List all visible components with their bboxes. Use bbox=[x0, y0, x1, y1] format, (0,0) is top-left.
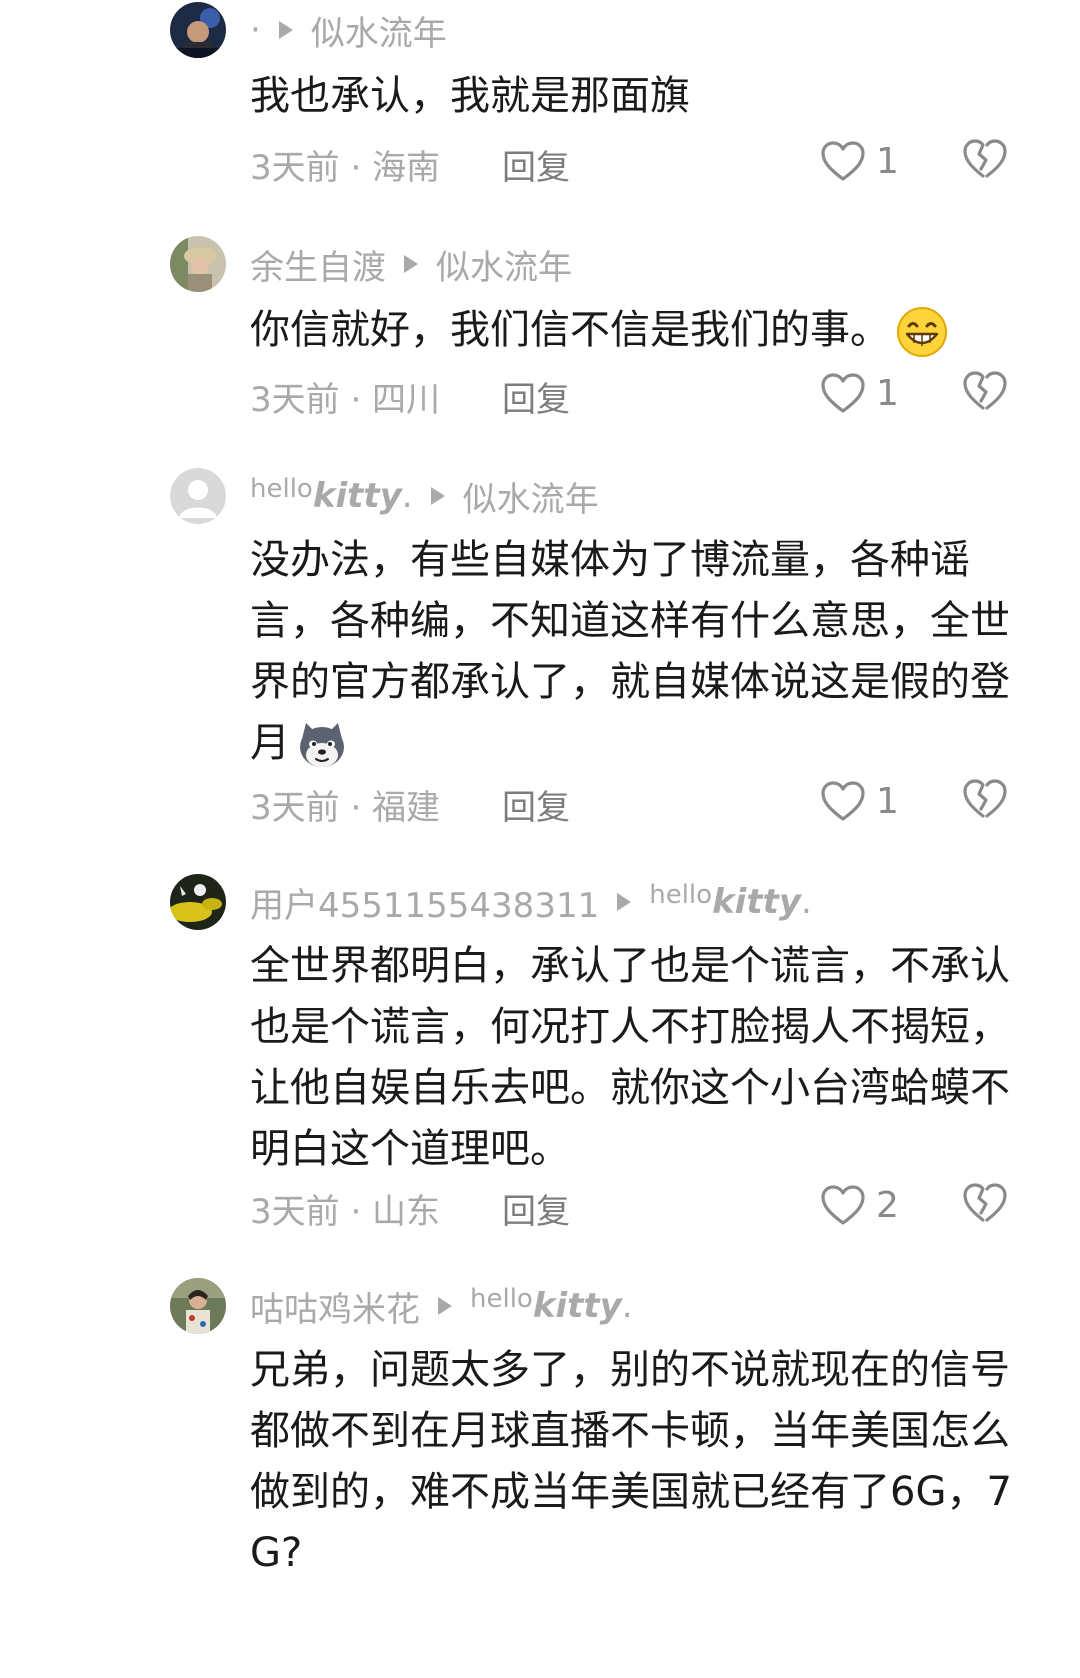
comment-time-location: 3天前 · 四川 bbox=[250, 380, 441, 420]
comment-text-body: 你信就好，我们信不信是我们的事。 bbox=[250, 307, 890, 353]
reply-to-name-prefix: hello bbox=[470, 1284, 533, 1314]
avatar[interactable] bbox=[170, 468, 226, 524]
comment-footer: 3天前 · 四川 回复 1 bbox=[250, 368, 1030, 421]
heart-icon bbox=[821, 141, 865, 181]
reply-to-name-main: kitty bbox=[712, 882, 801, 922]
avatar[interactable] bbox=[170, 236, 226, 292]
avatar[interactable] bbox=[170, 1278, 226, 1334]
author-name[interactable]: 用户4551155438311 bbox=[250, 878, 599, 927]
like-count: 1 bbox=[876, 140, 899, 182]
dislike-button[interactable] bbox=[962, 1182, 1008, 1224]
like-button[interactable]: 1 bbox=[820, 136, 899, 186]
avatar[interactable] bbox=[170, 2, 226, 58]
comment-meta: 用户4551155438311 hello kitty. bbox=[250, 874, 812, 930]
dislike-button[interactable] bbox=[962, 370, 1008, 412]
comment-time-location: 3天前 · 海南 bbox=[250, 148, 441, 188]
reply-arrow-icon bbox=[430, 487, 445, 505]
comment-meta: · 似水流年 bbox=[250, 2, 447, 58]
comment-text: 全世界都明白，承认了也是个谎言，不承认也是个谎言，何况打人不打脸揭人不揭短，让他… bbox=[250, 943, 1010, 1172]
like-button[interactable]: 1 bbox=[820, 368, 899, 418]
reply-arrow-icon bbox=[278, 21, 293, 39]
like-button[interactable]: 1 bbox=[820, 776, 899, 826]
like-button[interactable]: 2 bbox=[820, 1180, 899, 1230]
comment-footer: 3天前 · 海南 回复 1 bbox=[250, 136, 1030, 189]
reply-to-name[interactable]: hello kitty. bbox=[649, 880, 812, 922]
like-count: 1 bbox=[876, 372, 899, 414]
reply-arrow-icon bbox=[404, 255, 418, 273]
broken-heart-icon bbox=[963, 779, 1007, 818]
heart-icon bbox=[821, 781, 865, 821]
reply-button[interactable]: 回复 bbox=[502, 780, 570, 829]
reply-arrow-icon bbox=[617, 893, 632, 911]
reply-to-name-suffix: . bbox=[621, 1286, 633, 1326]
heart-icon bbox=[821, 1185, 865, 1225]
reply-to-name[interactable]: 似水流年 bbox=[436, 240, 572, 289]
reply-button[interactable]: 回复 bbox=[502, 1184, 570, 1233]
comment-meta: 咕咕鸡米花 hello kitty. bbox=[250, 1278, 633, 1334]
comment-footer: 3天前 · 福建 回复 1 bbox=[250, 776, 1030, 829]
author-name[interactable]: · bbox=[250, 10, 261, 50]
reply-to-name[interactable]: 似水流年 bbox=[463, 472, 599, 521]
broken-heart-icon bbox=[963, 1183, 1007, 1222]
comment-meta: hello kitty. 似水流年 bbox=[250, 468, 599, 524]
author-name-suffix: . bbox=[401, 476, 413, 516]
comment-footer: 3天前 · 山东 回复 2 bbox=[250, 1180, 1030, 1233]
comment-text-body: 没办法，有些自媒体为了博流量，各种谣言，各种编，不知道这样有什么意思，全世界的官… bbox=[250, 537, 1010, 766]
avatar[interactable] bbox=[170, 874, 226, 930]
comment-time-location: 3天前 · 山东 bbox=[250, 1192, 441, 1232]
author-name[interactable]: 余生自渡 bbox=[250, 240, 386, 289]
dislike-button[interactable] bbox=[962, 138, 1008, 180]
broken-heart-icon bbox=[963, 371, 1007, 410]
author-name-prefix: hello bbox=[250, 474, 313, 504]
broken-heart-icon bbox=[963, 139, 1007, 178]
comment-text: 兄弟，问题太多了，别的不说就现在的信号都做不到在月球直播不卡顿，当年美国怎么做到… bbox=[250, 1347, 1012, 1576]
comment-meta: 余生自渡 似水流年 bbox=[250, 236, 572, 292]
like-count: 2 bbox=[876, 1184, 899, 1226]
dog-face-icon bbox=[296, 719, 348, 771]
reply-to-name[interactable]: 似水流年 bbox=[311, 6, 447, 55]
reply-to-name-suffix: . bbox=[801, 882, 812, 922]
reply-button[interactable]: 回复 bbox=[502, 372, 570, 421]
like-count: 1 bbox=[876, 780, 899, 822]
author-name[interactable]: hello kitty. bbox=[250, 474, 413, 516]
heart-icon bbox=[821, 373, 865, 413]
reply-to-name-main: kitty bbox=[532, 1286, 622, 1326]
comment-text: 你信就好，我们信不信是我们的事。 bbox=[250, 300, 1030, 361]
comment-time-location: 3天前 · 福建 bbox=[250, 788, 441, 828]
grinning-face-icon bbox=[896, 306, 948, 358]
reply-button[interactable]: 回复 bbox=[502, 140, 570, 189]
dislike-button[interactable] bbox=[962, 778, 1008, 820]
comment-text: 我也承认，我就是那面旗 bbox=[250, 73, 690, 119]
reply-arrow-icon bbox=[438, 1297, 452, 1315]
comment-text: 没办法，有些自媒体为了博流量，各种谣言，各种编，不知道这样有什么意思，全世界的官… bbox=[250, 530, 1030, 774]
author-name-main: kitty bbox=[312, 476, 402, 516]
author-name[interactable]: 咕咕鸡米花 bbox=[250, 1282, 420, 1331]
reply-to-name[interactable]: hello kitty. bbox=[470, 1284, 633, 1326]
reply-to-name-prefix: hello bbox=[649, 880, 713, 910]
